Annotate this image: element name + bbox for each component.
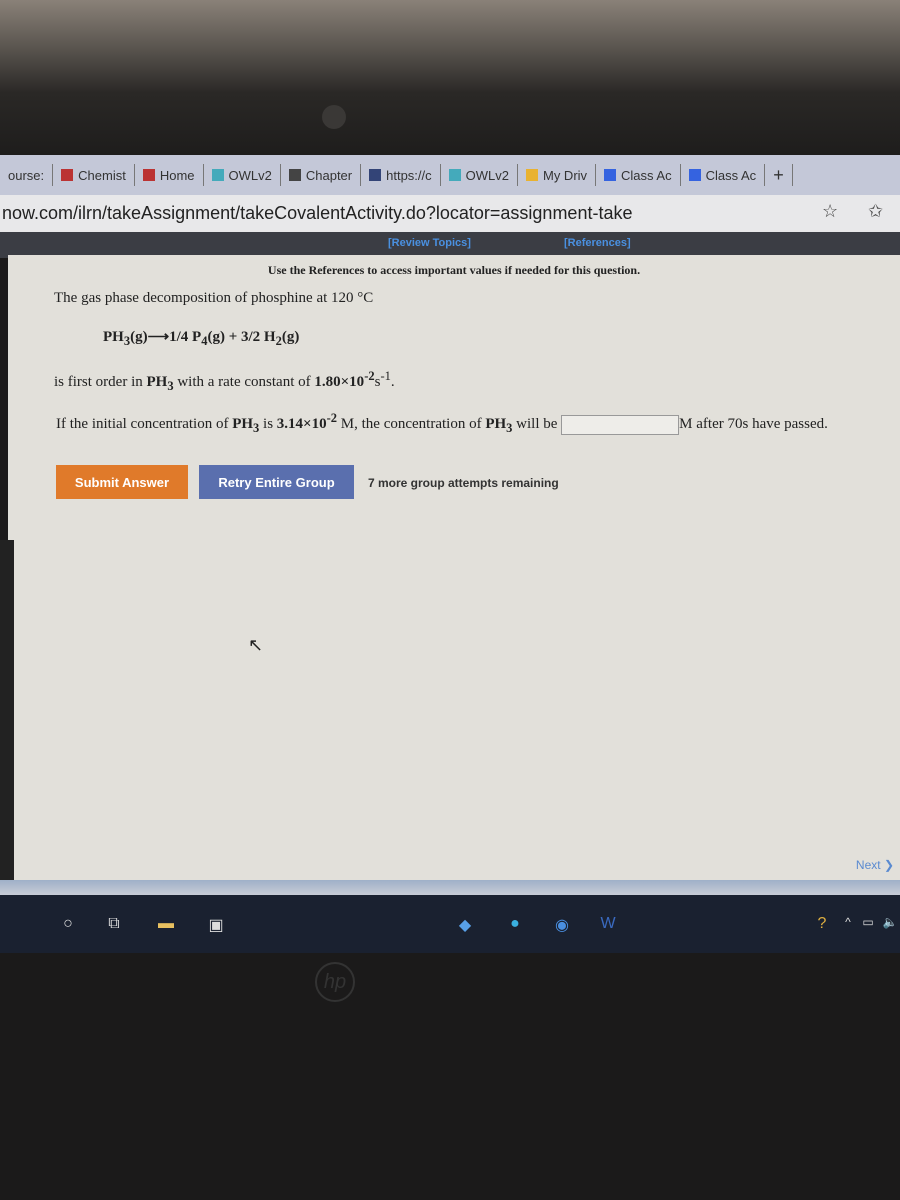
drive-icon <box>525 169 538 181</box>
t: PH <box>146 374 168 390</box>
browser-tab[interactable]: OWLv2 <box>204 164 281 186</box>
new-tab-button[interactable]: + <box>765 164 793 186</box>
question-intro: The gas phase decomposition of phosphine… <box>54 290 374 306</box>
tab-label: OWLv2 <box>465 167 509 183</box>
browser-tab[interactable]: ourse: <box>0 164 54 186</box>
file-explorer-icon[interactable]: ▬ <box>156 915 176 935</box>
help-icon[interactable]: ? <box>812 915 832 935</box>
t: with a rate constant of <box>173 374 315 390</box>
owl-icon <box>448 169 461 181</box>
t: (g) <box>130 329 148 345</box>
references-link[interactable]: [References] <box>564 237 631 249</box>
word-icon[interactable]: W <box>598 915 618 935</box>
browser-tab[interactable]: Class Ac <box>681 164 766 186</box>
tab-label: Class Ac <box>705 167 757 183</box>
browser-tab[interactable]: Chemist <box>53 164 135 186</box>
tab-label: Chapter <box>305 167 353 183</box>
webcam <box>322 105 346 129</box>
tray-chevron-icon[interactable]: ^ <box>838 915 858 935</box>
tab-label: https://c <box>386 167 432 183</box>
t: is <box>259 416 277 432</box>
t: -1 <box>380 369 391 383</box>
rate-statement: is first order in PH3 with a rate consta… <box>54 369 395 393</box>
screen-edge <box>0 540 14 890</box>
browser-tab[interactable]: My Driv <box>518 164 597 186</box>
reaction-equation: PH3(g)⟶1/4 P4(g) + 3/2 H2(g) <box>103 327 299 349</box>
store-icon[interactable]: ▣ <box>206 915 226 935</box>
arrow: ⟶ <box>147 329 170 345</box>
t: is first order in <box>54 374 147 390</box>
t: PH <box>232 416 254 432</box>
task-view-icon[interactable]: ⧉ <box>104 915 124 935</box>
tab-label: Chemist <box>78 167 126 183</box>
tab-label: Home <box>159 167 195 183</box>
t: 1/4 P <box>169 329 202 345</box>
bookmark-star-icon[interactable]: ☆ <box>822 201 838 222</box>
question-prompt: If the initial concentration of PH3 is 3… <box>56 411 828 436</box>
cortana-icon[interactable]: ○ <box>58 915 78 935</box>
browser-tab[interactable]: Home <box>135 164 204 186</box>
t: PH <box>485 416 507 432</box>
attempts-remaining: 7 more group attempts remaining <box>368 476 559 490</box>
tab-label: My Driv <box>542 167 588 183</box>
chapter-icon <box>288 169 301 181</box>
next-button[interactable]: Next ❯ <box>856 858 894 872</box>
taskbar: ○ ⧉ ▬ ▣ ◆ ● ◉ W ? ^ ▭ 🔈 <box>0 895 900 953</box>
t: (g) + 3/2 H <box>207 329 276 345</box>
doc-icon <box>688 169 701 181</box>
browser-tab[interactable]: Class Ac <box>596 164 681 186</box>
t: will be <box>512 416 562 432</box>
t: -2 <box>364 369 375 383</box>
t: M after 70s have passed. <box>679 416 828 432</box>
chrome-icon[interactable]: ◉ <box>552 915 572 935</box>
question-page: Use the References to access important v… <box>8 255 900 880</box>
address-bar[interactable]: now.com/ilrn/takeAssignment/takeCovalent… <box>0 195 900 232</box>
doc-icon <box>604 169 617 181</box>
hp-logo: hp <box>315 962 355 1002</box>
tab-label: ourse: <box>8 167 45 183</box>
book-icon <box>61 169 74 181</box>
submit-answer-button[interactable]: Submit Answer <box>56 465 188 499</box>
retry-group-button[interactable]: Retry Entire Group <box>199 465 354 499</box>
references-note: Use the References to access important v… <box>267 263 641 277</box>
t: -2 <box>326 411 338 425</box>
window-bottom <box>0 880 900 895</box>
answer-input[interactable] <box>561 414 680 435</box>
battery-icon[interactable]: ▭ <box>858 915 878 935</box>
browser-tab[interactable]: Chapter <box>281 164 362 186</box>
t: PH <box>103 329 124 345</box>
book-icon <box>142 169 155 181</box>
laptop-bezel <box>0 0 900 155</box>
t: 3.14×10 <box>276 416 327 432</box>
image-icon <box>369 169 382 181</box>
url-text: now.com/ilrn/takeAssignment/takeCovalent… <box>2 203 633 223</box>
review-topics-link[interactable]: [Review Topics] <box>388 237 471 249</box>
t: 1.80×10 <box>314 374 365 390</box>
mail-icon[interactable]: ◆ <box>455 915 475 935</box>
t: (g) <box>281 329 300 345</box>
browser-tab[interactable]: https://c <box>361 164 441 186</box>
tab-label: OWLv2 <box>228 167 272 183</box>
volume-icon[interactable]: 🔈 <box>880 915 900 935</box>
favorites-icon[interactable]: ✩ <box>868 201 883 222</box>
next-label: Next <box>855 858 881 872</box>
t: M, the concentration of <box>337 416 486 432</box>
t: If the initial concentration of <box>56 416 233 432</box>
browser-tab[interactable]: OWLv2 <box>441 164 518 186</box>
edge-icon[interactable]: ● <box>505 915 525 935</box>
owl-icon <box>211 169 224 181</box>
cursor-icon: ↖ <box>248 635 264 655</box>
tab-label: Class Ac <box>621 167 672 183</box>
browser-tab-bar: ourse: Chemist Home OWLv2 Chapter https://c OW… <box>0 155 900 195</box>
